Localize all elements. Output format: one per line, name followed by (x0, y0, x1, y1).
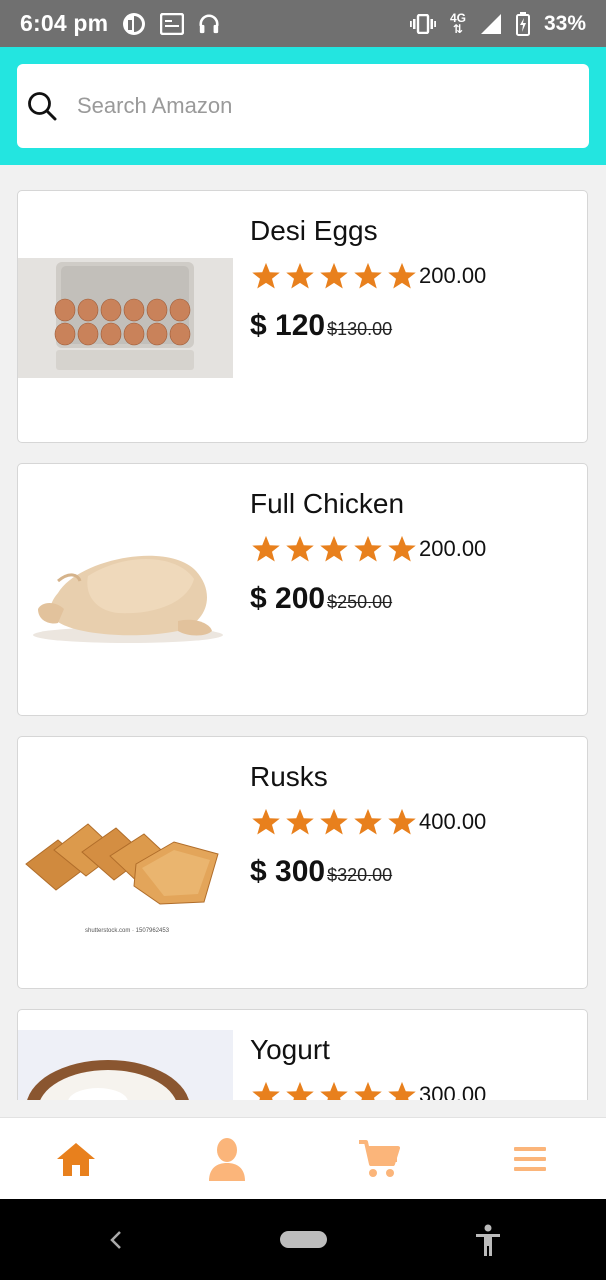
signal-icon (480, 13, 502, 35)
price-row: $ 300 $320.00 (250, 855, 392, 889)
old-price: $320.00 (327, 865, 393, 885)
nav-menu[interactable] (455, 1118, 606, 1200)
star-icon (354, 808, 382, 835)
battery-percent: 33% (543, 11, 586, 35)
product-name[interactable]: Yogurt (250, 1034, 330, 1066)
product-image-rusks: shutterstock.com · 1507962453 (18, 790, 233, 940)
network-type: 4G ⇅ (449, 10, 466, 36)
status-time: 6:04 pm (20, 10, 109, 36)
product-image-eggs (18, 258, 233, 378)
search-input[interactable] (75, 92, 549, 120)
product-rating: 400.00 (251, 807, 486, 837)
product-image-yogurt (18, 1030, 233, 1100)
rating-count: 300.00 (419, 1082, 487, 1100)
star-icon (286, 535, 314, 562)
price: $ 300 (250, 855, 326, 888)
star-icon (354, 1081, 382, 1100)
home-icon[interactable] (56, 1141, 96, 1177)
star-icon (252, 262, 280, 289)
cart-icon[interactable] (358, 1139, 400, 1179)
product-rating: 300.00 (251, 1080, 486, 1100)
rating-stars (251, 261, 417, 291)
rating-stars (251, 534, 417, 564)
nav-profile[interactable] (152, 1118, 304, 1200)
rating-count: 400.00 (419, 809, 487, 834)
accessibility-icon[interactable] (474, 1224, 502, 1256)
product-name[interactable]: Rusks (250, 761, 328, 793)
product-card[interactable]: Yogurt 300.00 (17, 1009, 588, 1100)
star-icon (320, 262, 348, 289)
screen-icon (160, 12, 185, 35)
system-navigation-bar (0, 1199, 606, 1280)
star-icon (320, 1081, 348, 1100)
product-name[interactable]: Full Chicken (250, 488, 404, 520)
rating-stars (251, 1080, 417, 1100)
profile-icon[interactable] (207, 1137, 247, 1181)
bottom-navigation (0, 1117, 606, 1200)
app-notification-icon (122, 12, 146, 36)
battery-icon (515, 11, 530, 36)
star-icon (388, 1081, 416, 1100)
star-icon (320, 535, 348, 562)
product-card[interactable]: Desi Eggs 200.00 $ 120 $130.00 (17, 190, 588, 443)
app-header (0, 47, 606, 165)
star-icon (252, 535, 280, 562)
product-card[interactable]: Full Chicken 200.00 $ 200 $250.00 (17, 463, 588, 716)
old-price: $250.00 (327, 592, 393, 612)
headphones-icon (198, 13, 220, 35)
rating-count: 200.00 (419, 536, 487, 561)
star-icon (252, 808, 280, 835)
price: $ 200 (250, 582, 326, 615)
status-bar: 6:04 pm 4G ⇅ 33% (0, 0, 606, 47)
star-icon (286, 1081, 314, 1100)
price-row: $ 200 $250.00 (250, 582, 392, 616)
star-icon (286, 262, 314, 289)
price-row: $ 120 $130.00 (250, 309, 392, 343)
star-icon (388, 808, 416, 835)
star-icon (354, 262, 382, 289)
home-pill-button[interactable] (280, 1231, 327, 1248)
product-rating: 200.00 (251, 261, 486, 291)
back-icon[interactable] (109, 1230, 123, 1250)
nav-cart[interactable] (303, 1118, 455, 1200)
rating-count: 200.00 (419, 263, 487, 288)
menu-icon[interactable] (514, 1146, 547, 1172)
search-bar[interactable] (17, 64, 589, 148)
product-card[interactable]: shutterstock.com · 1507962453 Rusks 400.… (17, 736, 588, 989)
star-icon (286, 808, 314, 835)
nav-home[interactable] (0, 1118, 152, 1200)
product-rating: 200.00 (251, 534, 486, 564)
product-name[interactable]: Desi Eggs (250, 215, 378, 247)
price: $ 120 (250, 309, 326, 342)
star-icon (388, 535, 416, 562)
product-image-chicken (18, 531, 233, 651)
old-price: $130.00 (327, 319, 393, 339)
star-icon (320, 808, 348, 835)
image-watermark: shutterstock.com · 1507962453 (85, 928, 170, 934)
product-list[interactable]: Desi Eggs 200.00 $ 120 $130.00 Full Chic… (0, 165, 606, 1100)
star-icon (252, 1081, 280, 1100)
star-icon (388, 262, 416, 289)
star-icon (354, 535, 382, 562)
vibrate-icon (409, 13, 436, 34)
search-icon[interactable] (27, 91, 57, 121)
rating-stars (251, 807, 417, 837)
